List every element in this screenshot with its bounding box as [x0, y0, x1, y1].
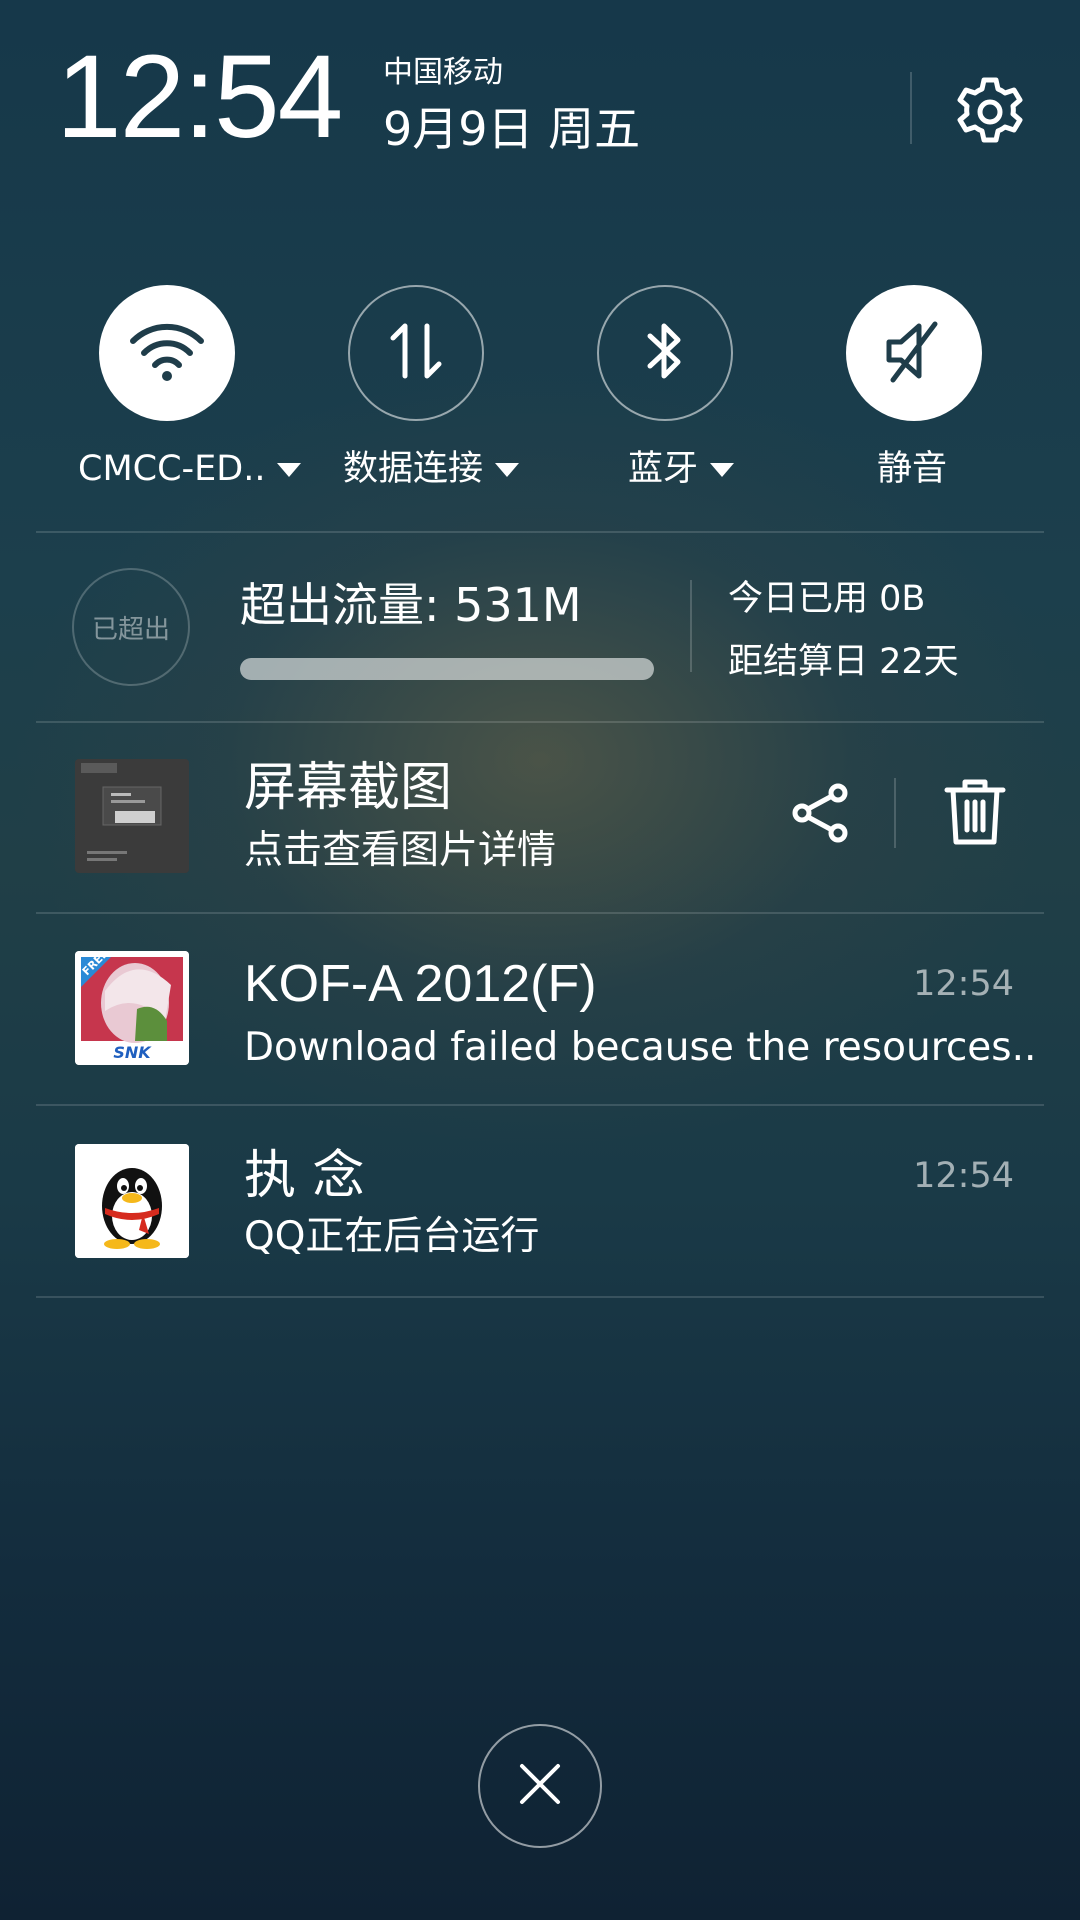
notification-title: 执 念 — [244, 1146, 365, 1206]
wifi-icon — [127, 319, 207, 387]
date-text: 9月9日 周五 — [383, 102, 641, 156]
trash-icon[interactable] — [943, 778, 1007, 848]
wifi-toggle-label[interactable]: CMCC-ED.. — [78, 452, 302, 487]
chevron-down-icon — [710, 462, 735, 477]
today-used-text: 今日已用 0B — [728, 579, 926, 619]
bluetooth-icon — [640, 316, 690, 390]
gear-icon[interactable] — [950, 72, 1030, 152]
header-divider — [910, 72, 912, 144]
divider — [36, 531, 1044, 533]
clear-all-button[interactable] — [478, 1724, 602, 1848]
kof-app-icon[interactable]: FREE SNK — [75, 951, 189, 1065]
notification-subtitle: QQ正在后台运行 — [244, 1214, 540, 1259]
snk-brand-text: SNK — [113, 1043, 152, 1062]
chevron-down-icon — [277, 462, 302, 477]
notification-time: 12:54 — [913, 964, 1014, 1004]
close-icon — [518, 1762, 562, 1810]
notification-subtitle: 点击查看图片详情 — [244, 828, 557, 873]
data-usage-bar-fill — [240, 658, 654, 680]
clock-time: 12:54 — [56, 31, 343, 163]
notification-title: KOF-A 2012(F) — [244, 955, 597, 1013]
divider — [36, 912, 1044, 914]
notification-time: 12:54 — [913, 1156, 1014, 1196]
divider — [36, 1296, 1044, 1298]
divider — [36, 721, 1044, 723]
action-divider — [894, 778, 896, 848]
data-connection-toggle[interactable] — [348, 285, 484, 421]
notification-subtitle: Download failed because the resources.. — [244, 1025, 1037, 1070]
data-arrows-icon — [381, 316, 451, 390]
wifi-toggle[interactable] — [99, 285, 235, 421]
settlement-days-text: 距结算日 22天 — [728, 642, 959, 682]
share-icon[interactable] — [788, 781, 852, 845]
carrier-name: 中国移动 — [383, 55, 503, 90]
divider — [36, 1104, 1044, 1106]
bluetooth-label[interactable]: 蓝牙 — [628, 452, 735, 487]
mute-icon — [879, 316, 949, 390]
chevron-down-icon — [495, 462, 520, 477]
usage-divider — [690, 580, 692, 672]
screenshot-thumbnail[interactable] — [75, 759, 189, 873]
notification-title: 屏幕截图 — [244, 758, 453, 818]
qq-penguin-icon[interactable] — [75, 1144, 189, 1258]
mute-label[interactable]: 静音 — [877, 452, 947, 487]
data-usage-bar — [240, 658, 654, 680]
data-usage-title[interactable]: 超出流量: 531M — [240, 582, 582, 628]
bluetooth-toggle[interactable] — [597, 285, 733, 421]
data-connection-label[interactable]: 数据连接 — [343, 452, 520, 487]
mute-toggle[interactable] — [846, 285, 982, 421]
over-limit-badge: 已超出 — [72, 568, 190, 686]
